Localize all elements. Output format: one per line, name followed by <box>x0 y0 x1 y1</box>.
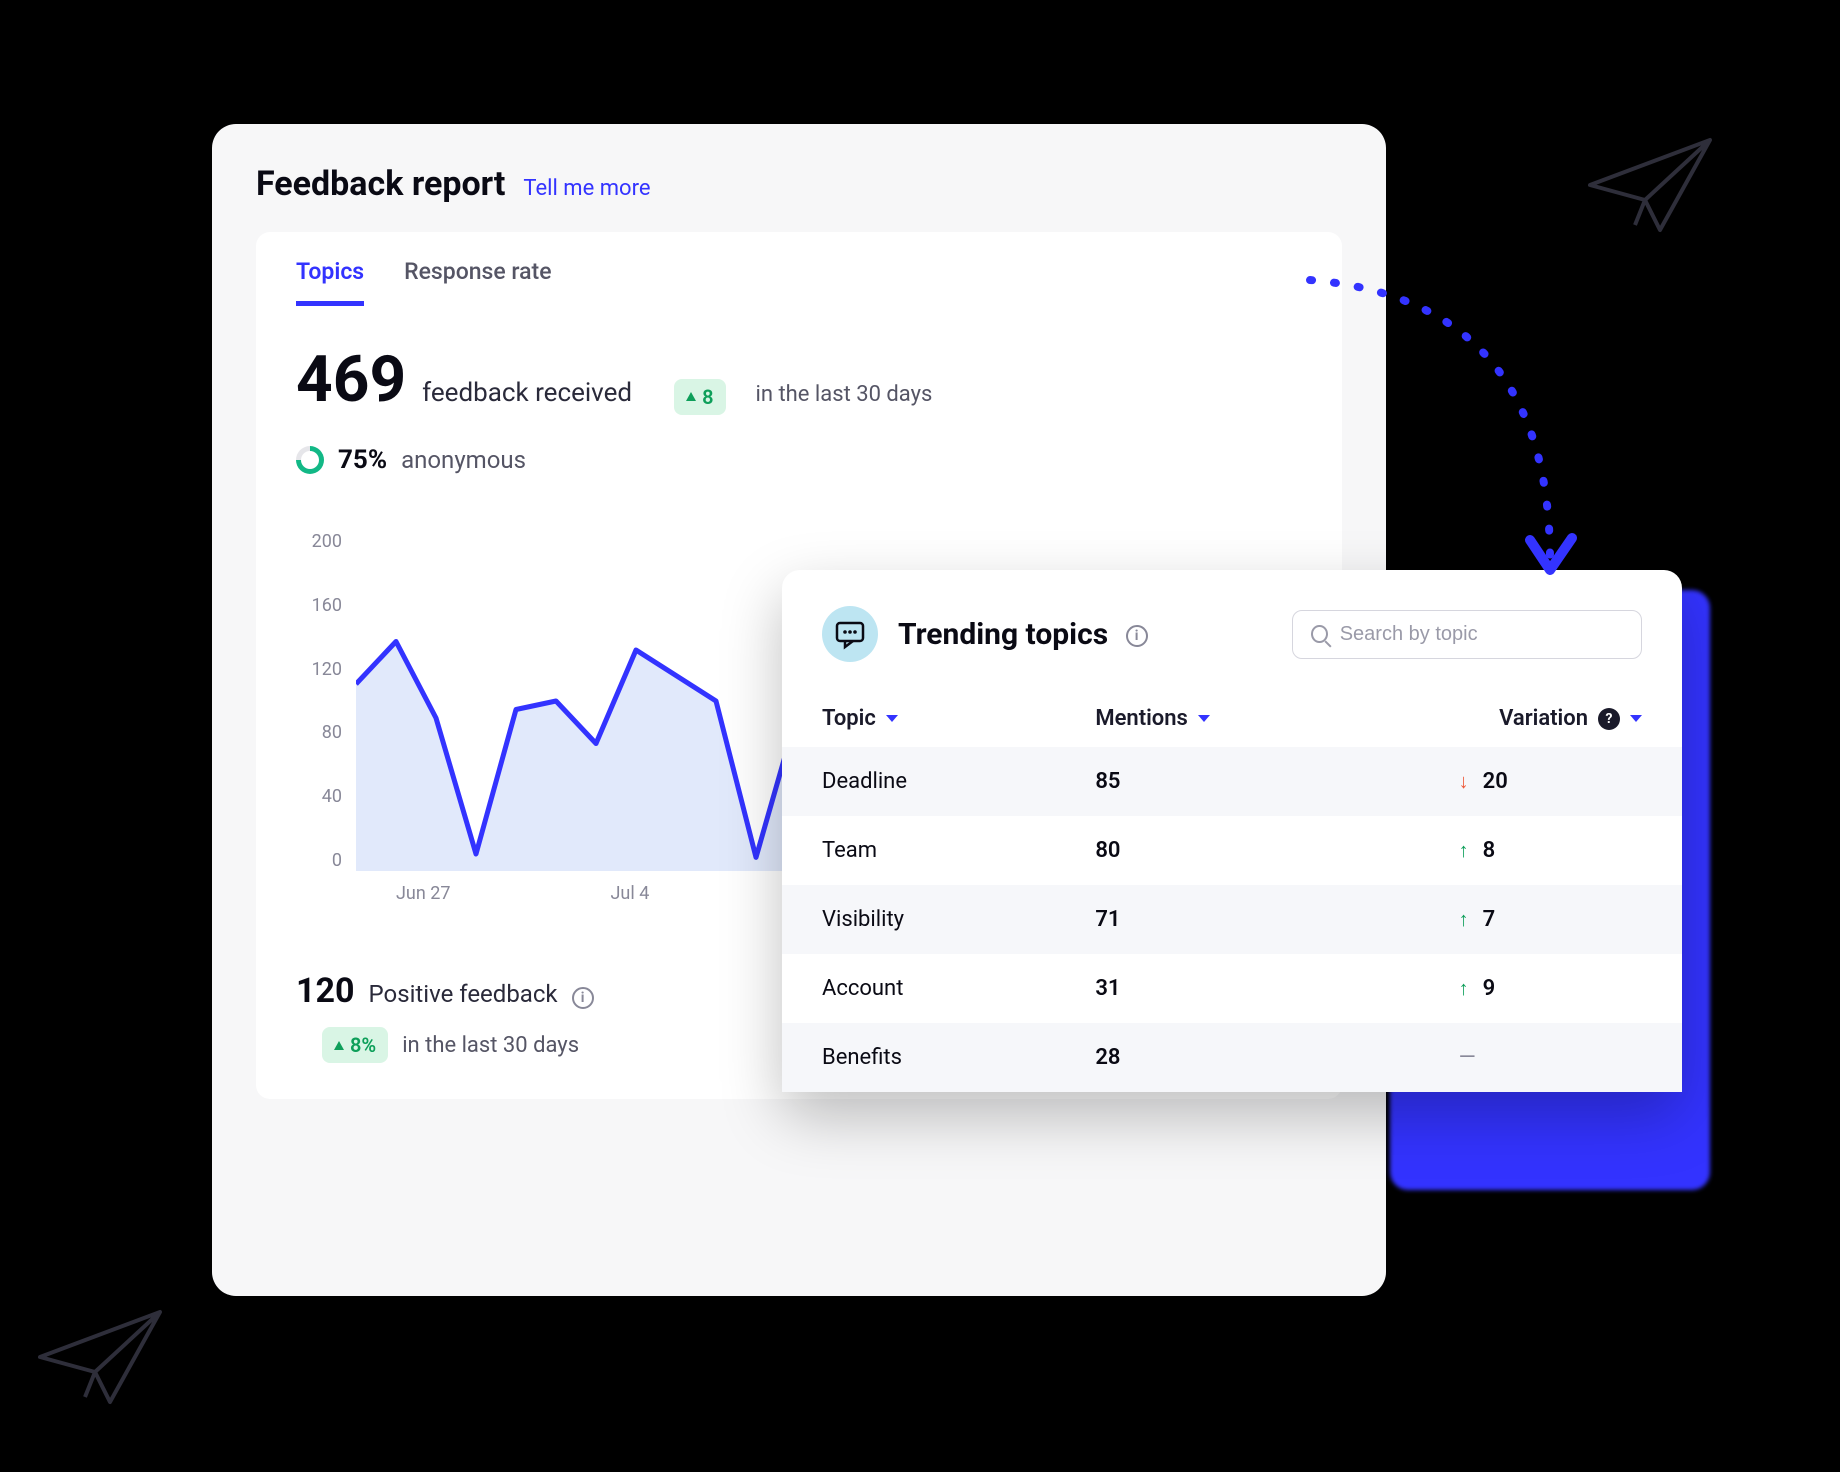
info-icon[interactable]: i <box>572 987 594 1009</box>
arrow-up-icon: ↑ <box>1459 907 1469 932</box>
arrow-down-icon: ↓ <box>1459 769 1469 794</box>
cell-mentions: 28 <box>1095 1045 1368 1070</box>
search-box[interactable] <box>1292 610 1642 659</box>
total-feedback-count: 469 <box>296 342 406 417</box>
tell-me-more-link[interactable]: Tell me more <box>523 176 650 201</box>
anonymous-progress-icon <box>296 446 324 474</box>
cell-mentions: 31 <box>1095 976 1368 1001</box>
page-title: Feedback report <box>256 164 505 204</box>
chat-bubble-icon <box>822 606 878 662</box>
table-row[interactable]: Team80↑8 <box>782 816 1682 885</box>
y-tick: 160 <box>296 595 342 616</box>
cell-topic: Team <box>822 838 1095 863</box>
table-row[interactable]: Deadline85↓20 <box>782 747 1682 816</box>
delta-badge: 8 <box>674 379 725 415</box>
paper-plane-icon <box>30 1302 170 1412</box>
column-variation[interactable]: Variation ? <box>1369 706 1642 731</box>
y-tick: 200 <box>296 531 342 552</box>
positive-label: Positive feedback <box>369 980 558 1008</box>
column-topic[interactable]: Topic <box>822 706 1095 731</box>
cell-mentions: 85 <box>1095 769 1368 794</box>
cell-variation: ↑8 <box>1369 838 1642 863</box>
table-body: Deadline85↓20Team80↑8Visibility71↑7Accou… <box>782 747 1682 1092</box>
positive-period: in the last 30 days <box>402 1033 579 1058</box>
y-tick: 0 <box>296 850 342 871</box>
anonymous-label: anonymous <box>401 446 526 474</box>
period-text: in the last 30 days <box>756 382 933 407</box>
column-mentions[interactable]: Mentions <box>1095 706 1368 731</box>
search-icon <box>1311 625 1328 643</box>
table-row[interactable]: Account31↑9 <box>782 954 1682 1023</box>
arrow-up-icon <box>334 1041 344 1050</box>
arrow-up-icon: ↑ <box>1459 976 1469 1001</box>
search-input[interactable] <box>1340 623 1623 646</box>
x-tick: Jun 27 <box>396 883 451 904</box>
table-row[interactable]: Benefits28 — <box>782 1023 1682 1092</box>
sort-caret-icon <box>1198 715 1210 722</box>
tabs: Topics Response rate <box>296 232 1302 306</box>
positive-delta-badge: 8% <box>322 1027 388 1063</box>
y-tick: 120 <box>296 659 342 680</box>
tab-response-rate[interactable]: Response rate <box>404 258 551 306</box>
dotted-arrow-icon <box>1290 260 1610 600</box>
x-tick: Jul 4 <box>611 883 650 904</box>
cell-mentions: 80 <box>1095 838 1368 863</box>
cell-topic: Benefits <box>822 1045 1095 1070</box>
paper-plane-icon <box>1580 130 1720 240</box>
cell-variation: ↑9 <box>1369 976 1642 1001</box>
sort-caret-icon <box>886 715 898 722</box>
table-header: Topic Mentions Variation ? <box>782 690 1682 747</box>
positive-delta-value: 8% <box>350 1033 376 1057</box>
y-axis: 200 160 120 80 40 0 <box>296 531 342 871</box>
cell-mentions: 71 <box>1095 907 1368 932</box>
tab-topics[interactable]: Topics <box>296 258 364 306</box>
arrow-up-icon <box>686 392 696 401</box>
cell-variation: — <box>1369 1045 1642 1070</box>
help-icon[interactable]: ? <box>1598 708 1620 730</box>
info-icon[interactable]: i <box>1126 625 1148 647</box>
trending-topics-card: Trending topics i Topic Mentions Variati… <box>782 570 1682 1092</box>
positive-count: 120 <box>296 971 355 1011</box>
anonymous-percent: 75% <box>338 445 387 475</box>
cell-topic: Deadline <box>822 769 1095 794</box>
table-row[interactable]: Visibility71↑7 <box>782 885 1682 954</box>
trending-title: Trending topics <box>898 617 1108 652</box>
cell-variation: ↑7 <box>1369 907 1642 932</box>
cell-topic: Visibility <box>822 907 1095 932</box>
y-tick: 80 <box>296 722 342 743</box>
delta-value: 8 <box>702 385 713 409</box>
arrow-up-icon: ↑ <box>1459 838 1469 863</box>
y-tick: 40 <box>296 786 342 807</box>
cell-variation: ↓20 <box>1369 769 1642 794</box>
sort-caret-icon <box>1630 715 1642 722</box>
dash-icon: — <box>1459 1045 1476 1070</box>
cell-topic: Account <box>822 976 1095 1001</box>
total-feedback-label: feedback received <box>422 378 632 408</box>
